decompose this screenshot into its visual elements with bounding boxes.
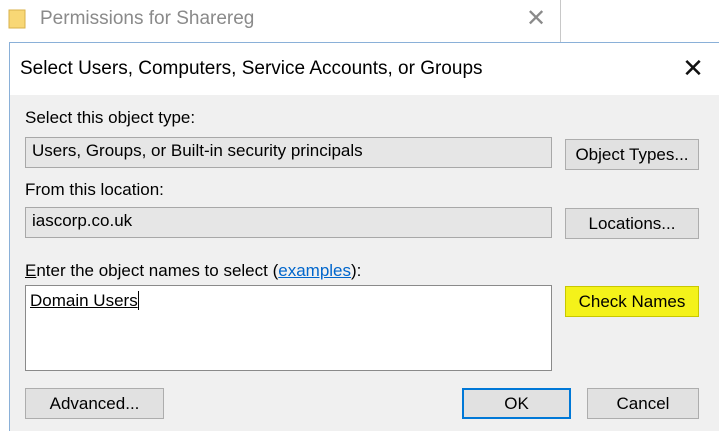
advanced-button[interactable]: Advanced... [25,388,164,419]
permissions-titlebar: Permissions for Sharereg ✕ [0,0,560,40]
close-icon[interactable]: ✕ [522,5,550,33]
dialog-title: Select Users, Computers, Service Account… [20,58,483,79]
locations-button[interactable]: Locations... [565,208,699,239]
permissions-window-title: Permissions for Sharereg [40,8,255,29]
dialog-titlebar: Select Users, Computers, Service Account… [10,43,719,95]
object-type-field: Users, Groups, or Built-in security prin… [25,137,552,168]
text-caret [138,291,139,310]
location-field: iascorp.co.uk [25,207,552,238]
select-users-dialog: Select Users, Computers, Service Account… [9,42,719,431]
object-names-label-text: nter the object names to select ( [36,261,279,280]
ok-button[interactable]: OK [462,388,571,419]
check-names-button[interactable]: Check Names [565,286,699,317]
object-names-label: Enter the object names to select (exampl… [25,261,361,281]
close-icon[interactable]: ✕ [678,53,708,83]
cancel-button[interactable]: Cancel [587,388,699,419]
object-names-label-mnemonic: E [25,261,37,280]
folder-icon [8,9,26,29]
object-names-value: Domain Users [30,291,138,310]
object-names-label-end: ): [351,261,362,280]
object-types-button[interactable]: Object Types... [565,139,699,170]
object-names-input[interactable]: Domain Users [25,285,552,371]
object-type-label: Select this object type: [25,108,196,127]
examples-link[interactable]: examples [278,261,351,280]
location-label: From this location: [25,180,164,199]
